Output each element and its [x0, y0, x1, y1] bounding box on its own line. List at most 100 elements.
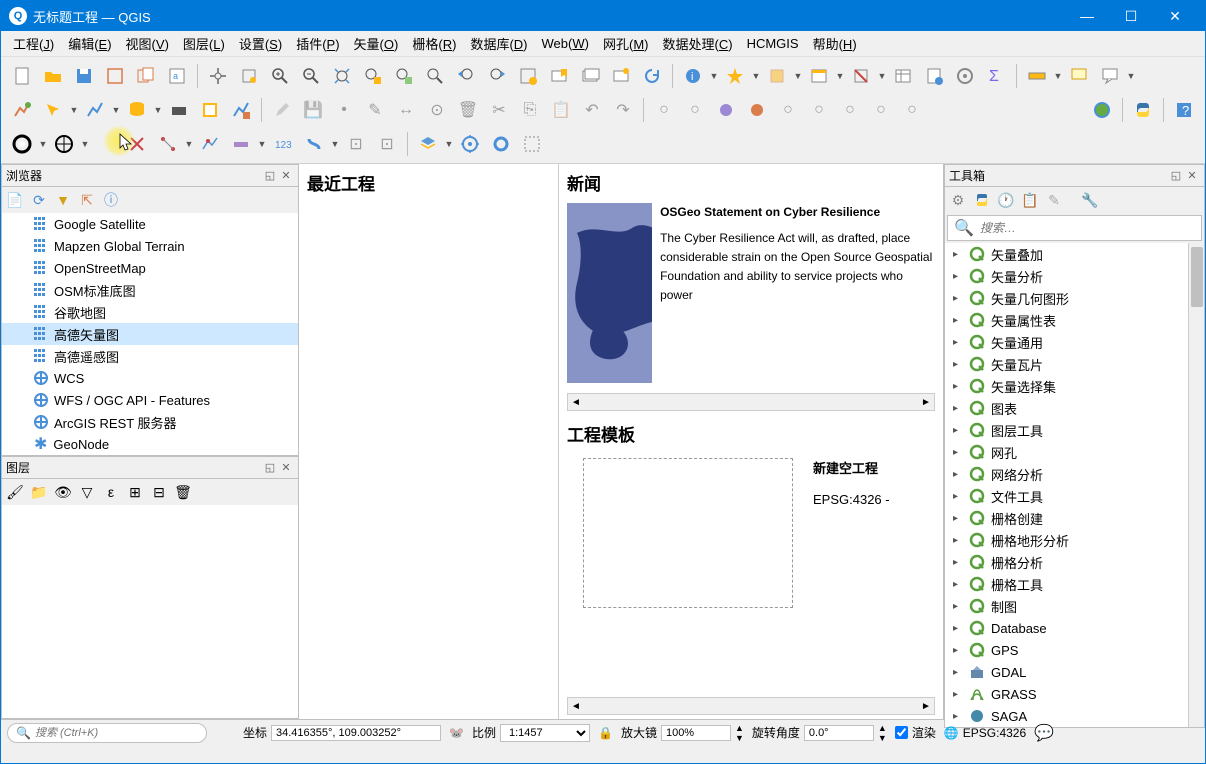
add-group-icon[interactable]: 📁	[30, 483, 48, 501]
snap-vertex-button[interactable]	[153, 129, 183, 159]
edit-tool-4[interactable]	[742, 95, 772, 125]
add-point-button[interactable]: •	[329, 95, 359, 125]
move-feature-button[interactable]: ↔	[391, 95, 421, 125]
delete-selected-button[interactable]: 🗑	[453, 95, 483, 125]
action-dropdown[interactable]: ▼	[751, 71, 761, 81]
copy-features-button[interactable]: ⎘	[515, 95, 545, 125]
open-project-button[interactable]	[38, 61, 68, 91]
layers-close-button[interactable]: ✕	[278, 460, 294, 476]
menu-item-11[interactable]: 数据处理(C)	[657, 32, 739, 55]
close-button[interactable]: ✕	[1153, 1, 1197, 31]
toolbox-item-15[interactable]: ▸栅格工具	[945, 573, 1188, 595]
options-icon[interactable]: 🔧	[1081, 191, 1099, 209]
pan-to-selection-button[interactable]	[234, 61, 264, 91]
messages-icon[interactable]: 💬	[1034, 723, 1054, 743]
toolbox-item-2[interactable]: ▸矢量几何图形	[945, 287, 1188, 309]
paste-features-button[interactable]: 📋	[546, 95, 576, 125]
menu-item-8[interactable]: 数据库(D)	[464, 32, 533, 55]
select-button[interactable]	[762, 61, 792, 91]
toolbox-close-button[interactable]: ✕	[1184, 168, 1200, 184]
save-project-button[interactable]	[69, 61, 99, 91]
enable-tracing-button[interactable]: ⊡	[372, 129, 402, 159]
menu-item-1[interactable]: 编辑(E)	[62, 32, 117, 55]
browser-item-7[interactable]: WCS	[2, 367, 298, 389]
edit-tool-9[interactable]: ○	[897, 95, 927, 125]
model-icon[interactable]: ⚙	[949, 191, 967, 209]
zoom-last-button[interactable]	[451, 61, 481, 91]
add-feature-dropdown[interactable]: ▼	[69, 105, 79, 115]
save-edits-button[interactable]: 💾	[298, 95, 328, 125]
add-delimited-button[interactable]	[226, 95, 256, 125]
new-bookmark-button[interactable]	[544, 61, 574, 91]
project-properties-button[interactable]	[455, 129, 485, 159]
coord-input[interactable]	[271, 725, 441, 741]
scroll-left-icon[interactable]: ◄	[568, 397, 584, 408]
menu-item-3[interactable]: 图层(L)	[177, 32, 231, 55]
zoom-native-button[interactable]	[420, 61, 450, 91]
toolbox-item-0[interactable]: ▸矢量叠加	[945, 243, 1188, 265]
action-button[interactable]	[720, 61, 750, 91]
minimize-button[interactable]: —	[1065, 1, 1109, 31]
browser-close-button[interactable]: ✕	[278, 168, 294, 184]
history-icon[interactable]: 🕐	[997, 191, 1015, 209]
snapping-options-dropdown[interactable]: ▼	[330, 139, 340, 149]
zoom-full-button[interactable]	[327, 61, 357, 91]
add-layer-icon[interactable]: 📄	[6, 191, 24, 209]
menu-item-10[interactable]: 网孔(M)	[597, 32, 655, 55]
toolbox-item-12[interactable]: ▸栅格创建	[945, 507, 1188, 529]
refresh-browser-icon[interactable]: ⟳	[30, 191, 48, 209]
browser-item-0[interactable]: Google Satellite	[2, 213, 298, 235]
browser-item-2[interactable]: OpenStreetMap	[2, 257, 298, 279]
filter-browser-icon[interactable]: ▼	[54, 191, 72, 209]
locator-search[interactable]: 🔍	[7, 723, 207, 743]
layout-manager-button[interactable]	[131, 61, 161, 91]
processing-toolbox-button[interactable]	[950, 61, 980, 91]
topological-editing-button[interactable]	[226, 129, 256, 159]
osm-download-button[interactable]	[1087, 95, 1117, 125]
expression-filter-icon[interactable]: ε	[102, 483, 120, 501]
visibility-icon[interactable]: 👁	[54, 483, 72, 501]
toolbox-item-19[interactable]: ▸GDAL	[945, 661, 1188, 683]
magnifier-input[interactable]	[661, 725, 731, 741]
edit-tool-7[interactable]: ○	[835, 95, 865, 125]
news-hscroll[interactable]: ◄ ►	[567, 393, 935, 411]
style-icon[interactable]: 🖌	[6, 483, 24, 501]
attribute-table-button[interactable]	[888, 61, 918, 91]
new-shapefile-dropdown[interactable]: ▼	[111, 105, 121, 115]
temp-bookmark-button[interactable]	[606, 61, 636, 91]
edit-tool-1[interactable]: ○	[649, 95, 679, 125]
properties-icon[interactable]: ⓘ	[102, 191, 120, 209]
measure-button[interactable]	[1022, 61, 1052, 91]
toolbox-scrollbar[interactable]	[1188, 243, 1204, 727]
toolbox-item-9[interactable]: ▸网孔	[945, 441, 1188, 463]
select-dropdown[interactable]: ▼	[793, 71, 803, 81]
menu-item-4[interactable]: 设置(S)	[233, 32, 288, 55]
snap-vertex-dropdown[interactable]: ▼	[184, 139, 194, 149]
layers-tree[interactable]	[2, 505, 298, 718]
menu-item-6[interactable]: 矢量(O)	[348, 32, 405, 55]
snap-segment-button[interactable]	[195, 129, 225, 159]
new-virtual-layer-button[interactable]	[195, 95, 225, 125]
deselect-dropdown[interactable]: ▼	[877, 71, 887, 81]
toolbox-item-10[interactable]: ▸网络分析	[945, 463, 1188, 485]
script-icon[interactable]	[973, 191, 991, 209]
toolbox-item-1[interactable]: ▸矢量分析	[945, 265, 1188, 287]
toolbox-item-14[interactable]: ▸栅格分析	[945, 551, 1188, 573]
toolbox-search-input[interactable]	[980, 221, 1195, 235]
browser-item-6[interactable]: 高德遥感图	[2, 345, 298, 367]
rotation-input[interactable]	[804, 725, 874, 741]
scroll-left-icon-2[interactable]: ◄	[568, 701, 584, 712]
new-shapefile-button[interactable]	[80, 95, 110, 125]
edit-tool-3[interactable]	[711, 95, 741, 125]
bookmarks-button[interactable]	[575, 61, 605, 91]
cut-features-button[interactable]: ✂	[484, 95, 514, 125]
rotation-spinner[interactable]: ▲▼	[878, 723, 887, 743]
toolbox-item-11[interactable]: ▸文件工具	[945, 485, 1188, 507]
toolbox-item-21[interactable]: ▸SAGA	[945, 705, 1188, 727]
data-source-manager-button[interactable]	[413, 129, 443, 159]
remove-layer-icon[interactable]: 🗑	[174, 483, 192, 501]
georef-button[interactable]	[486, 129, 516, 159]
python-console-button[interactable]	[1128, 95, 1158, 125]
zoom-to-selection-button[interactable]	[358, 61, 388, 91]
filter-legend-icon[interactable]: ▽	[78, 483, 96, 501]
